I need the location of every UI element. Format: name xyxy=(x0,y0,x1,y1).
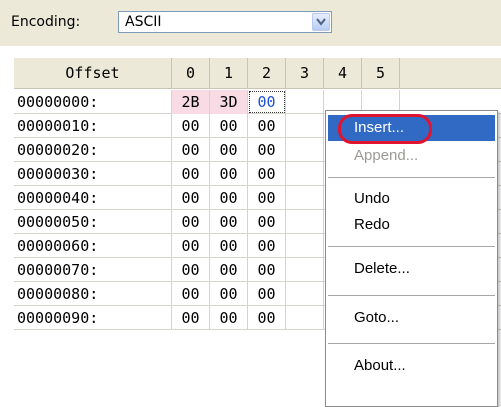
byte-cell[interactable]: 00 xyxy=(248,234,286,258)
column-header-4: 4 xyxy=(324,58,362,88)
byte-cell[interactable]: 00 xyxy=(248,258,286,282)
byte-cell[interactable]: 00 xyxy=(248,162,286,186)
offset-cell: 00000080: xyxy=(14,282,172,306)
encoding-toolbar: Encoding: ASCII xyxy=(0,0,501,47)
offset-cell: 00000060: xyxy=(14,234,172,258)
column-header-5: 5 xyxy=(362,58,400,88)
menu-item-about[interactable]: About... xyxy=(328,353,495,379)
byte-cell[interactable]: 3D xyxy=(210,90,248,114)
byte-cell[interactable] xyxy=(286,138,324,162)
offset-cell: 00000040: xyxy=(14,186,172,210)
byte-cell[interactable]: 00 xyxy=(210,258,248,282)
offset-cell: 00000090: xyxy=(14,306,172,330)
menu-separator xyxy=(328,343,495,344)
byte-cell[interactable]: 00 xyxy=(210,234,248,258)
encoding-value: ASCII xyxy=(125,14,162,30)
column-header-3: 3 xyxy=(286,58,324,88)
encoding-select[interactable]: ASCII xyxy=(118,11,332,33)
byte-cell[interactable]: 00 xyxy=(248,186,286,210)
offset-cell: 00000000: xyxy=(14,90,172,114)
byte-cell[interactable] xyxy=(286,306,324,330)
grid-header: Offset 0 1 2 3 4 5 xyxy=(14,58,501,89)
byte-cell[interactable]: 00 xyxy=(248,306,286,330)
menu-separator xyxy=(328,177,495,178)
byte-cell[interactable]: 00 xyxy=(210,306,248,330)
byte-cell[interactable]: 00 xyxy=(210,138,248,162)
byte-cell[interactable]: 00 xyxy=(210,114,248,138)
menu-item-goto[interactable]: Goto... xyxy=(328,305,495,331)
byte-cell[interactable]: 00 xyxy=(248,114,286,138)
menu-item-append[interactable]: Append... xyxy=(328,143,495,169)
encoding-label: Encoding: xyxy=(11,14,81,30)
byte-cell[interactable]: 00 xyxy=(172,258,210,282)
byte-cell[interactable]: 00 xyxy=(248,90,286,114)
byte-cell[interactable]: 00 xyxy=(172,210,210,234)
column-header-offset: Offset xyxy=(14,58,172,88)
byte-cell[interactable] xyxy=(286,234,324,258)
column-header-2: 2 xyxy=(248,58,286,88)
byte-cell[interactable]: 00 xyxy=(210,282,248,306)
byte-cell[interactable] xyxy=(286,186,324,210)
byte-cell[interactable]: 00 xyxy=(172,282,210,306)
byte-cell[interactable]: 00 xyxy=(248,282,286,306)
byte-cell[interactable]: 00 xyxy=(248,210,286,234)
menu-item-undo[interactable]: Undo xyxy=(328,186,495,212)
column-header-0: 0 xyxy=(172,58,210,88)
byte-cell[interactable]: 00 xyxy=(248,138,286,162)
offset-cell: 00000050: xyxy=(14,210,172,234)
byte-cell[interactable] xyxy=(286,210,324,234)
menu-item-delete[interactable]: Delete... xyxy=(328,256,495,282)
chevron-down-icon[interactable] xyxy=(312,13,330,31)
byte-cell[interactable] xyxy=(286,90,324,114)
byte-cell[interactable] xyxy=(286,162,324,186)
offset-cell: 00000030: xyxy=(14,162,172,186)
offset-cell: 00000070: xyxy=(14,258,172,282)
byte-cell[interactable]: 00 xyxy=(210,210,248,234)
byte-cell[interactable]: 00 xyxy=(172,162,210,186)
offset-cell: 00000010: xyxy=(14,114,172,138)
byte-cell[interactable]: 00 xyxy=(172,234,210,258)
byte-cell[interactable]: 00 xyxy=(210,186,248,210)
byte-cell[interactable] xyxy=(286,282,324,306)
menu-separator xyxy=(328,246,495,247)
menu-item-redo[interactable]: Redo xyxy=(328,212,495,238)
menu-separator xyxy=(328,295,495,296)
offset-cell: 00000020: xyxy=(14,138,172,162)
menu-item-insert[interactable]: Insert... xyxy=(328,115,495,141)
byte-cell[interactable] xyxy=(286,114,324,138)
byte-cell[interactable]: 2B xyxy=(172,90,210,114)
byte-cell[interactable]: 00 xyxy=(172,138,210,162)
byte-cell[interactable]: 00 xyxy=(172,186,210,210)
byte-cell[interactable]: 00 xyxy=(172,306,210,330)
context-menu: Insert... Append... Undo Redo Delete... … xyxy=(325,110,498,407)
byte-cell[interactable]: 00 xyxy=(210,162,248,186)
byte-cell[interactable]: 00 xyxy=(172,114,210,138)
byte-cell[interactable] xyxy=(286,258,324,282)
column-header-1: 1 xyxy=(210,58,248,88)
